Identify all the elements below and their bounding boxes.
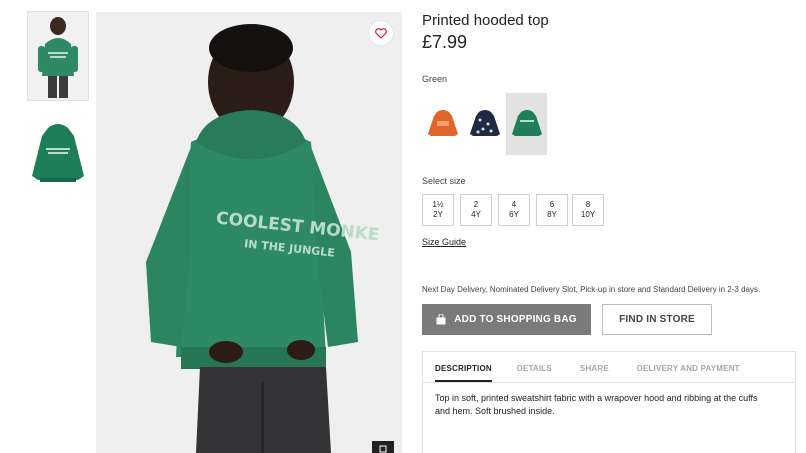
- product-description: Top in soft, printed sweatshirt fabric w…: [435, 393, 758, 416]
- tab-delivery-and-payment[interactable]: DELIVERY AND PAYMENT: [637, 352, 740, 382]
- size-option-8-10y[interactable]: 8 10Y: [572, 194, 604, 226]
- tab-description[interactable]: DESCRIPTION: [435, 352, 492, 382]
- thumbnail-model[interactable]: [27, 11, 89, 101]
- add-to-bag-button[interactable]: ADD TO SHOPPING BAG: [422, 304, 591, 335]
- tab-details[interactable]: DETAILS: [517, 352, 552, 382]
- size-option-label: 8 10Y: [580, 200, 596, 219]
- size-option-4-6y[interactable]: 4 6Y: [498, 194, 530, 226]
- selected-color-label: Green: [422, 74, 448, 84]
- heart-icon: [375, 27, 387, 39]
- size-option-label: 1½ 2Y: [432, 200, 444, 219]
- size-option-label: 4 6Y: [509, 200, 519, 219]
- product-price: £7.99: [422, 32, 468, 52]
- zoom-button[interactable]: [372, 441, 394, 453]
- thumbnail-product-image: [28, 116, 88, 192]
- thumbnail-product[interactable]: [28, 116, 88, 192]
- main-product-image[interactable]: COOLEST MONKE IN THE JUNGLE: [96, 12, 402, 453]
- size-option-label: 2 4Y: [471, 200, 481, 219]
- color-swatch-green[interactable]: [506, 93, 547, 155]
- product-info-panel: DESCRIPTION DETAILS SHARE DELIVERY AND P…: [422, 351, 796, 453]
- info-tabs: DESCRIPTION DETAILS SHARE DELIVERY AND P…: [423, 352, 795, 382]
- bag-icon: [436, 314, 446, 325]
- tab-divider: [423, 382, 795, 383]
- model-photo: COOLEST MONKE IN THE JUNGLE: [96, 12, 402, 453]
- hoodie-green-thumbnail: [511, 110, 542, 136]
- size-option-6-8y[interactable]: 6 8Y: [536, 194, 568, 226]
- select-size-label: Select size: [422, 176, 466, 186]
- thumbnail-model-image: [28, 12, 88, 100]
- find-in-store-button[interactable]: FIND IN STORE: [602, 304, 712, 335]
- delivery-info: Next Day Delivery, Nominated Delivery Sl…: [422, 285, 761, 294]
- size-guide-link[interactable]: Size Guide: [422, 237, 466, 247]
- favourite-button[interactable]: [368, 20, 394, 46]
- color-swatch-orange[interactable]: [422, 93, 463, 155]
- zoom-icon: [379, 445, 387, 453]
- tab-share[interactable]: SHARE: [580, 352, 609, 382]
- product-title: Printed hooded top: [422, 12, 549, 29]
- color-swatch-navy[interactable]: [464, 93, 505, 155]
- size-option-2-4y[interactable]: 2 4Y: [460, 194, 492, 226]
- hoodie-orange-thumbnail: [427, 110, 458, 136]
- size-option-label: 6 8Y: [547, 200, 557, 219]
- hoodie-navy-thumbnail: [469, 110, 500, 136]
- size-option-1-5-2y[interactable]: 1½ 2Y: [422, 194, 454, 226]
- add-to-bag-label: ADD TO SHOPPING BAG: [454, 314, 577, 325]
- find-in-store-label: FIND IN STORE: [619, 314, 695, 325]
